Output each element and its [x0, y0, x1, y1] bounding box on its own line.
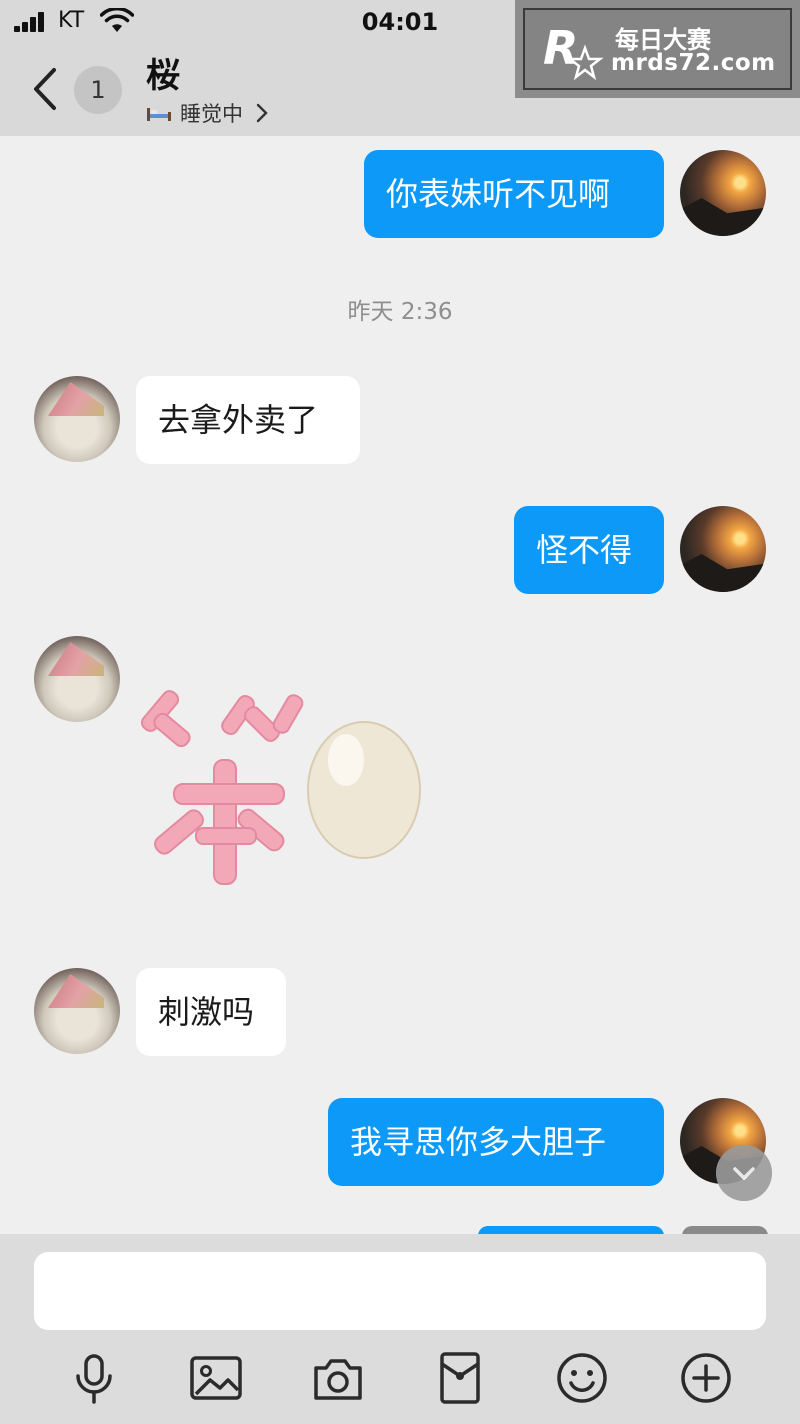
message-bubble-outgoing[interactable]: 我寻思你多大胆子	[328, 1098, 664, 1186]
red-packet-icon[interactable]	[432, 1350, 488, 1406]
camera-icon[interactable]	[310, 1350, 366, 1406]
contact-status[interactable]: 睡觉中	[146, 98, 269, 128]
watermark-logo-icon: R	[543, 21, 604, 81]
message-composer	[0, 1234, 800, 1424]
contact-avatar[interactable]	[34, 968, 120, 1054]
site-watermark: R 每日大赛 mrds72.com	[515, 0, 800, 98]
chat-header: KT 04:01 1 桜 睡觉中 R 每日大赛 mrds72.com	[0, 0, 800, 136]
image-icon[interactable]	[188, 1350, 244, 1406]
message-bubble-outgoing[interactable]: 你表妹听不见啊	[364, 150, 664, 238]
contact-status-text: 睡觉中	[180, 102, 243, 126]
sticker-image[interactable]	[134, 680, 424, 886]
message-bubble-incoming[interactable]: 去拿外卖了	[136, 376, 360, 464]
time-separator: 昨天 2:36	[347, 299, 453, 325]
svg-text:R: R	[543, 21, 578, 75]
bed-icon	[147, 108, 171, 121]
chevron-right-icon	[256, 103, 268, 123]
scroll-to-bottom-button[interactable]	[716, 1145, 772, 1201]
contact-avatar[interactable]	[34, 376, 120, 462]
my-avatar[interactable]	[680, 150, 766, 236]
message-bubble-incoming[interactable]: 刺激吗	[136, 968, 286, 1056]
back-arrow-icon[interactable]	[28, 64, 64, 114]
message-input[interactable]	[34, 1252, 766, 1330]
contact-name[interactable]: 桜	[146, 48, 180, 97]
contact-avatar[interactable]	[34, 636, 120, 722]
message-bubble-outgoing[interactable]: 怪不得	[514, 506, 664, 594]
my-avatar[interactable]	[680, 506, 766, 592]
plus-icon[interactable]	[678, 1350, 734, 1406]
watermark-url: mrds72.com	[611, 50, 776, 76]
emoji-icon[interactable]	[554, 1350, 610, 1406]
microphone-icon[interactable]	[66, 1350, 122, 1406]
unread-count-badge[interactable]: 1	[74, 66, 122, 114]
